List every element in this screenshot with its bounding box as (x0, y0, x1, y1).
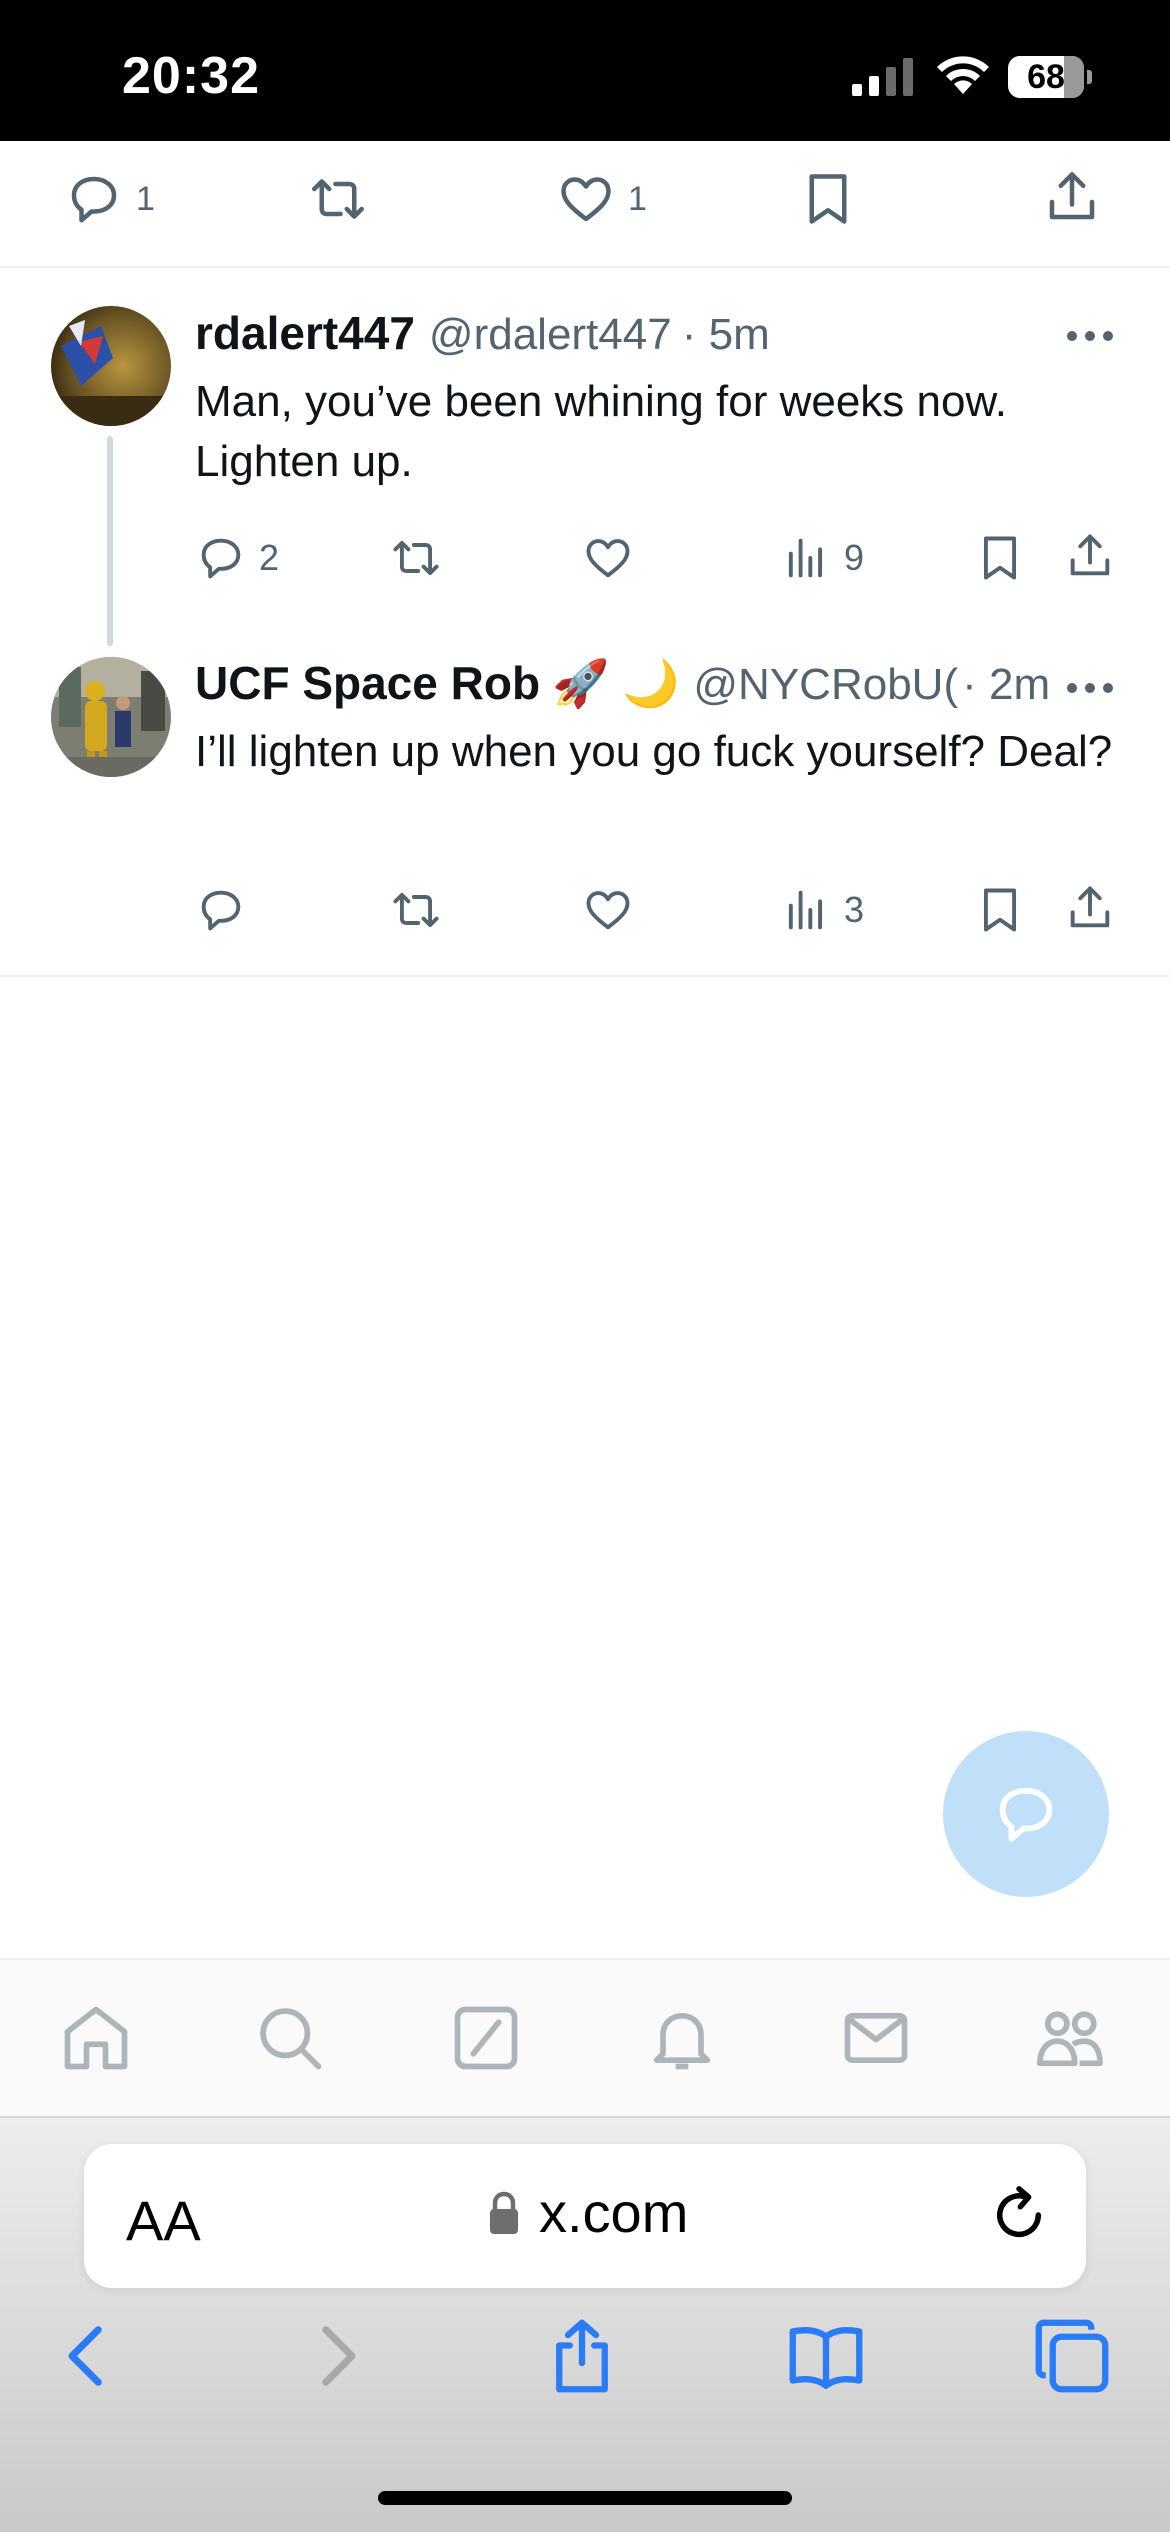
like-icon (586, 891, 630, 930)
bookmark-button[interactable] (974, 884, 1026, 936)
status-bar: 20:32 68 (0, 0, 1170, 141)
lock-icon (490, 2191, 518, 2234)
bookmark-icon (809, 174, 847, 224)
display-name[interactable]: UCF Space Rob (195, 656, 540, 710)
reply-count: 2 (259, 537, 280, 578)
bookmark-icon (983, 888, 1017, 932)
avatar-image (51, 657, 171, 777)
more-options-icon[interactable] (1060, 678, 1120, 698)
reply-button[interactable]: 1 (64, 169, 155, 229)
share-icon[interactable] (540, 2314, 624, 2398)
tweet-header: rdalert447 @rdalert447 · 5m (195, 306, 1075, 360)
cellular-signal-icon (852, 58, 913, 96)
views-button[interactable]: 9 (780, 532, 864, 584)
avatar[interactable] (51, 657, 171, 777)
url-text[interactable]: x.com (539, 2180, 688, 2245)
home-icon[interactable] (58, 2000, 134, 2076)
user-handle[interactable]: @NYCRobU( (693, 660, 958, 710)
bookmarks-icon[interactable] (784, 2314, 868, 2398)
share-button[interactable] (1064, 530, 1116, 582)
like-button[interactable] (582, 532, 634, 584)
reply-button[interactable]: 2 (195, 532, 279, 584)
browser-chrome: AA x.com (0, 2118, 1170, 2532)
reply-button[interactable] (195, 884, 259, 936)
battery-level: 68 (1027, 58, 1065, 96)
tweet-text: Man, you’ve been whining for weeks now. … (195, 377, 1008, 486)
bookmark-button[interactable] (974, 532, 1026, 584)
retweet-icon (393, 892, 439, 928)
retweet-icon (312, 179, 364, 219)
retweet-icon (393, 540, 439, 576)
retweet-button[interactable] (308, 169, 368, 229)
divider (0, 975, 1170, 977)
thread-line (107, 436, 113, 646)
display-name[interactable]: rdalert447 (195, 306, 415, 360)
reload-icon[interactable] (986, 2182, 1052, 2248)
views-icon (788, 538, 823, 578)
notifications-icon[interactable] (644, 2000, 720, 2076)
like-button[interactable]: 1 (556, 169, 647, 229)
more-options-icon[interactable] (1060, 326, 1120, 346)
wifi-icon (937, 56, 989, 94)
text-size-label: AA (126, 2189, 201, 2252)
like-button[interactable] (582, 884, 634, 936)
tweet-time[interactable]: · 5m (682, 310, 770, 360)
tabs-icon[interactable] (1030, 2314, 1114, 2398)
display-name-emoji: 🚀 🌙 (552, 657, 680, 709)
like-count: 1 (628, 179, 647, 218)
retweet-button[interactable] (390, 532, 442, 584)
avatar-image (51, 306, 171, 426)
share-icon (1070, 534, 1110, 576)
tab-bar (0, 1958, 1170, 2118)
text-size-button[interactable]: AA (126, 2188, 201, 2253)
view-count: 3 (844, 889, 865, 930)
battery-icon: 68 (1008, 56, 1092, 98)
retweet-button[interactable] (390, 884, 442, 936)
forward-icon[interactable] (296, 2314, 380, 2398)
bookmark-icon (983, 536, 1017, 580)
compose-reply-button[interactable] (943, 1731, 1109, 1897)
views-button[interactable]: 3 (780, 884, 864, 936)
tweet-text: I’ll lighten up when you go fuck yoursel… (195, 727, 1113, 776)
grok-icon[interactable] (448, 2000, 524, 2076)
bookmark-button[interactable] (798, 169, 858, 229)
reply-count: 1 (136, 179, 155, 218)
search-icon[interactable] (252, 2000, 328, 2076)
communities-icon[interactable] (1032, 2000, 1108, 2076)
messages-icon[interactable] (838, 2000, 914, 2076)
tweet-header: UCF Space Rob 🚀 🌙 @NYCRobU( · 2m (195, 656, 1075, 711)
back-icon[interactable] (44, 2314, 128, 2398)
reply-icon (71, 176, 117, 223)
reply-bubble-icon (999, 1787, 1053, 1842)
view-count: 9 (844, 537, 865, 578)
share-button[interactable] (1064, 882, 1116, 934)
home-indicator[interactable] (378, 2491, 792, 2505)
reply-icon (201, 538, 241, 579)
like-icon (561, 177, 611, 222)
share-icon (1070, 886, 1110, 928)
user-handle[interactable]: @rdalert447 (429, 310, 672, 360)
share-icon (1049, 172, 1095, 220)
reply-icon (201, 890, 241, 931)
views-icon (788, 890, 823, 930)
share-button[interactable] (1042, 167, 1102, 227)
address-bar[interactable]: AA x.com (84, 2144, 1086, 2288)
avatar[interactable] (51, 306, 171, 426)
status-time: 20:32 (122, 47, 260, 105)
parent-tweet-actions: 1 1 (0, 141, 1170, 268)
like-icon (586, 539, 630, 578)
tweet-time[interactable]: · 2m (962, 660, 1050, 710)
